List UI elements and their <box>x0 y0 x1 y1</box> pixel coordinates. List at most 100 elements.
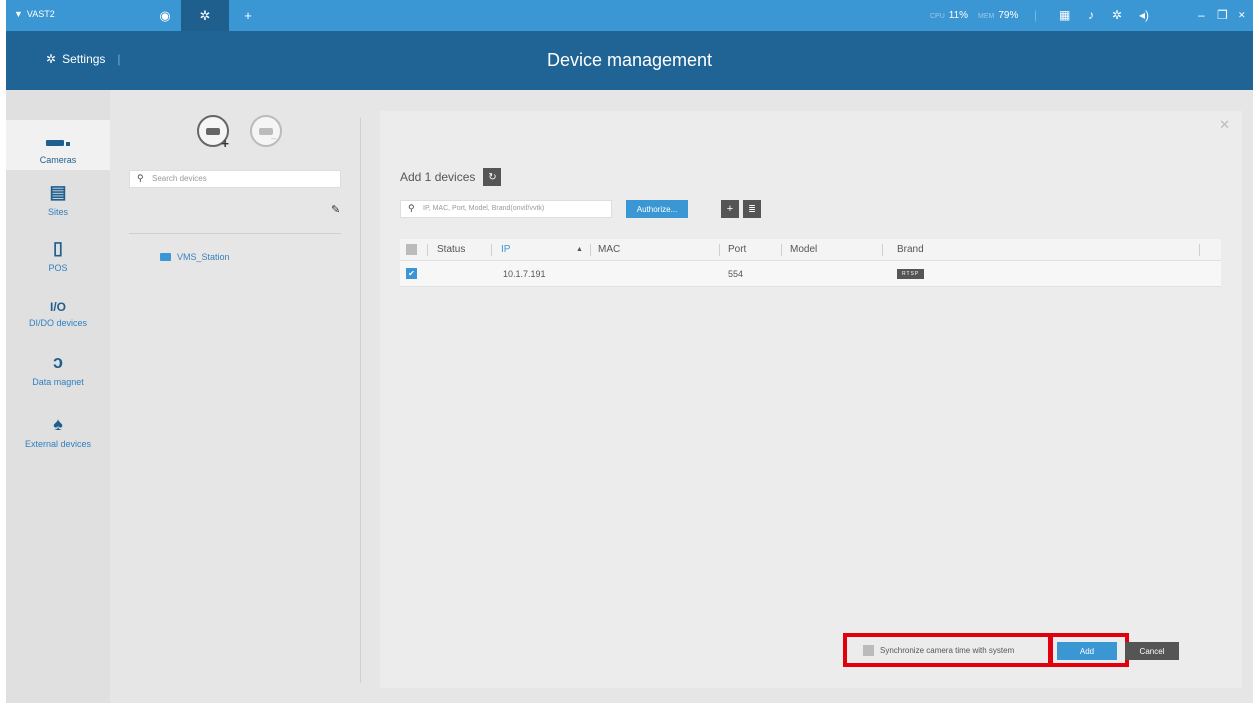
liveview-icon: ◉ <box>159 7 171 23</box>
column-divider <box>1199 244 1200 256</box>
page-header: ✲ Settings | Device management <box>6 31 1253 90</box>
filter-placeholder: IP, MAC, Port, Model, Brand(onvif/vvtk) <box>423 205 545 212</box>
mem-label: MEM <box>978 13 995 20</box>
column-divider <box>719 244 720 256</box>
column-divider <box>590 244 591 256</box>
grid-icon[interactable]: ▦ <box>1059 8 1070 22</box>
checkbox[interactable] <box>406 244 417 255</box>
add-devices-header: Add 1 devices ↻ <box>400 168 502 186</box>
folder-icon <box>160 253 171 261</box>
search-icon: ⚲ <box>408 203 415 213</box>
remove-camera-button[interactable]: – <box>250 115 282 147</box>
cell-port: 554 <box>728 268 744 279</box>
mem-value: 79% <box>998 10 1019 21</box>
camera-icon <box>206 128 220 135</box>
sidebar-item-label: POS <box>48 263 68 273</box>
title-bar: ▼ VAST2 ◉ ✲ + CPU 11% MEM 79% | ▦ ♪ ✲ ◂) –… <box>6 0 1253 31</box>
table-header: Status IP ▲ MAC Port Model Brand <box>400 239 1221 261</box>
plus-icon: + <box>221 136 229 151</box>
column-header-port[interactable]: Port <box>728 239 746 260</box>
column-header-brand[interactable]: Brand <box>897 239 924 260</box>
add-button[interactable]: Add <box>1057 642 1117 660</box>
gear-icon[interactable]: ✲ <box>1112 8 1122 22</box>
sidebar-item-pos[interactable]: ▯ POS <box>6 238 110 273</box>
minus-icon: – <box>270 133 276 143</box>
authorize-button[interactable]: Authorize... <box>626 200 688 218</box>
settings-icon: ✲ <box>199 7 211 23</box>
column-divider <box>427 244 428 256</box>
table-row[interactable]: ✔ 10.1.7.191 554 RTSP <box>400 261 1221 287</box>
column-header-mac[interactable]: MAC <box>598 239 620 260</box>
cell-ip: 10.1.7.191 <box>503 268 546 279</box>
sidebar-item-label: Data magnet <box>32 377 84 387</box>
sidebar-item-dido[interactable]: I/O DI/DO devices <box>6 300 110 328</box>
camera-icon <box>6 130 110 151</box>
sidebar-item-label: Sites <box>47 207 68 217</box>
import-list-button[interactable]: ≣ <box>743 200 761 218</box>
sidebar-item-external-devices[interactable]: ♠ External devices <box>6 414 110 449</box>
tree-node-station[interactable]: VMS_Station <box>160 252 230 262</box>
plus-icon: + <box>244 8 252 23</box>
sync-time-label[interactable]: Synchronize camera time with system <box>880 646 1014 655</box>
search-placeholder: Search devices <box>152 174 207 183</box>
sidebar-item-label: DI/DO devices <box>28 318 88 328</box>
dialog-title: Add 1 devices <box>400 170 476 184</box>
server-icon: ▤ <box>49 182 67 202</box>
column-header-model[interactable]: Model <box>790 239 817 260</box>
divider <box>129 233 341 234</box>
panel-divider <box>360 118 361 683</box>
close-icon[interactable]: ✕ <box>1238 10 1246 21</box>
app-window: ▼ VAST2 ◉ ✲ + CPU 11% MEM 79% | ▦ ♪ ✲ ◂) –… <box>6 0 1253 703</box>
column-divider <box>781 244 782 256</box>
tree-node-label: VMS_Station <box>177 252 230 262</box>
brand-badge: RTSP <box>897 268 925 279</box>
page-title: Device management <box>546 50 713 70</box>
app-logo: ▼ VAST2 <box>14 9 55 19</box>
cpu-label: CPU <box>930 13 945 20</box>
sync-time-checkbox[interactable] <box>863 644 874 656</box>
refresh-icon: ↻ <box>488 171 497 183</box>
tab-settings[interactable]: ✲ <box>181 0 229 31</box>
column-header-status[interactable]: Status <box>437 239 465 260</box>
cpu-indicator: CPU 11% <box>930 10 968 21</box>
pos-icon: ▯ <box>53 238 63 258</box>
io-icon: I/O <box>49 300 66 314</box>
sync-time-highlight: Synchronize camera time with system <box>843 633 1052 667</box>
sidebar-item-label: Cameras <box>39 155 77 165</box>
column-header-ip[interactable]: IP <box>501 239 510 260</box>
mem-indicator: MEM 79% <box>978 10 1018 21</box>
column-divider <box>882 244 883 256</box>
sort-asc-icon: ▲ <box>576 246 583 253</box>
device-filter-input[interactable]: ⚲ IP, MAC, Port, Model, Brand(onvif/vvtk… <box>400 200 612 218</box>
device-table: Status IP ▲ MAC Port Model Brand ✔ 10.1.… <box>400 239 1221 287</box>
minimize-icon[interactable]: – <box>1198 8 1205 22</box>
cancel-button[interactable]: Cancel <box>1125 642 1179 660</box>
sidebar-item-sites[interactable]: ▤ Sites <box>6 182 110 217</box>
add-devices-dialog: ✕ Add 1 devices ↻ ⚲ IP, MAC, Port, Model… <box>380 111 1242 688</box>
cell-brand: RTSP <box>897 261 925 286</box>
row-checkbox[interactable]: ✔ <box>406 261 417 286</box>
volume-icon[interactable]: ◂) <box>1139 8 1149 22</box>
refresh-button[interactable]: ↻ <box>483 168 502 186</box>
edit-icon[interactable]: ✎ <box>331 203 340 216</box>
sidebar: Cameras ▤ Sites ▯ POS I/O DI/DO devices … <box>6 90 110 703</box>
divider: | <box>1034 8 1038 22</box>
sidebar-item-cameras[interactable]: Cameras <box>6 120 110 170</box>
app-name: VAST2 <box>26 9 55 19</box>
check-icon: ✔ <box>406 268 417 279</box>
select-all-checkbox[interactable] <box>406 239 417 260</box>
sidebar-item-data-magnet[interactable]: ↄ Data magnet <box>6 352 110 387</box>
search-devices-input[interactable]: ⚲ Search devices <box>129 170 341 188</box>
column-divider <box>491 244 492 256</box>
close-icon[interactable]: ✕ <box>1219 117 1230 133</box>
vivotek-logo-icon: ▼ <box>14 9 23 19</box>
joystick-icon: ♠ <box>53 414 63 434</box>
magnet-icon: ↄ <box>52 352 63 372</box>
plus-icon: + <box>726 203 734 215</box>
tab-add[interactable]: + <box>233 0 263 31</box>
restore-icon[interactable]: ❐ <box>1217 8 1228 22</box>
bell-icon[interactable]: ♪ <box>1088 8 1094 22</box>
add-camera-button[interactable]: + <box>197 115 229 151</box>
cpu-value: 11% <box>948 10 969 21</box>
add-manual-button[interactable]: + <box>721 200 739 218</box>
